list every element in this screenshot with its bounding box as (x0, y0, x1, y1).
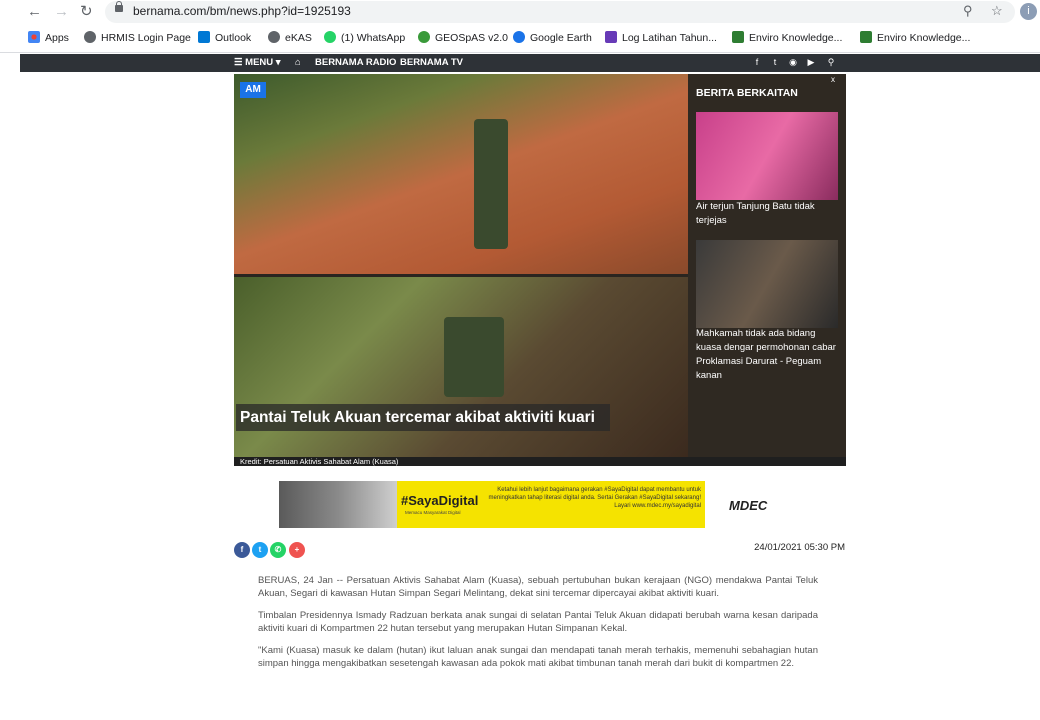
article-headline: Pantai Teluk Akuan tercemar akibat aktiv… (236, 404, 610, 431)
bernama-tv-link[interactable]: BERNAMA TV (400, 57, 463, 68)
bookmark-hrmis[interactable]: HRMIS Login Page (84, 31, 191, 44)
related-news-link-2[interactable]: Mahkamah tidak ada bidang kuasa dengar p… (696, 327, 838, 383)
related-news-title: BERITA BERKAITAN (696, 87, 798, 99)
lock-icon (115, 1, 123, 12)
related-news-link-1[interactable]: Air terjun Tanjung Batu tidak terjejas (696, 200, 838, 228)
apps-grid-icon (28, 31, 40, 43)
bookmark-ekas[interactable]: eKAS (268, 31, 312, 44)
share-whatsapp-button[interactable]: ✆ (270, 542, 286, 558)
bookmark-log-latihan[interactable]: Log Latihan Tahun... (605, 31, 717, 44)
geospas-icon (418, 31, 430, 43)
article-paragraph: "Kami (Kuasa) masuk ke dalam (hutan) iku… (258, 645, 818, 669)
bookmark-google-earth[interactable]: Google Earth (513, 31, 592, 44)
bookmarks-bar: Apps HRMIS Login Page Outlook eKAS (1) W… (0, 24, 1040, 53)
publish-date: 24/01/2021 05:30 PM (754, 542, 845, 553)
profile-avatar[interactable]: i (1020, 3, 1037, 20)
reload-icon[interactable]: ↻ (80, 2, 93, 22)
zoom-icon[interactable]: ⚲ (963, 3, 973, 19)
form-icon (605, 31, 617, 43)
twitter-icon[interactable]: t (770, 57, 780, 67)
ad-photo (279, 481, 397, 528)
am-badge: AM (240, 82, 266, 98)
advertisement-banner[interactable]: #SayaDigital Memacu Masyarakat Digital K… (279, 481, 798, 528)
bookmark-whatsapp[interactable]: (1) WhatsApp (324, 31, 405, 44)
bookmark-apps[interactable]: Apps (28, 31, 69, 44)
article-paragraph: Timbalan Presidennya Ismady Radzuan berk… (258, 610, 818, 634)
back-arrow-icon[interactable]: ← (27, 2, 42, 22)
browser-toolbar: ← → ↻ bernama.com/bm/news.php?id=1925193… (0, 0, 1040, 24)
enviro-icon (732, 31, 744, 43)
whatsapp-icon (324, 31, 336, 43)
bookmark-enviro-2[interactable]: Enviro Knowledge... (860, 31, 970, 44)
menu-button[interactable]: ☰ MENU ▾ (234, 57, 281, 68)
facebook-icon[interactable]: f (752, 57, 762, 67)
ad-brand: #SayaDigital (401, 493, 479, 508)
search-icon[interactable]: ⚲ (826, 57, 836, 67)
person-figure (474, 119, 508, 249)
photo-credit: Kredit: Persatuan Aktivis Sahabat Alam (… (234, 457, 846, 466)
hero-section: AM Pantai Teluk Akuan tercemar akibat ak… (234, 74, 846, 466)
share-more-button[interactable]: + (289, 542, 305, 558)
article-paragraph: BERUAS, 24 Jan -- Persatuan Aktivis Saha… (258, 575, 818, 599)
related-news-image-2[interactable] (696, 240, 838, 328)
site-navigation-bar: ☰ MENU ▾ ⌂ BERNAMA RADIO BERNAMA TV f t … (20, 54, 1040, 72)
globe-icon (268, 31, 280, 43)
url-text: bernama.com/bm/news.php?id=1925193 (133, 4, 351, 18)
share-twitter-button[interactable]: t (252, 542, 268, 558)
mdec-logo: MDEC (729, 498, 768, 513)
bookmark-geospas[interactable]: GEOSpAS v2.0 (418, 31, 508, 44)
google-earth-icon (513, 31, 525, 43)
globe-icon (84, 31, 96, 43)
bernama-radio-link[interactable]: BERNAMA RADIO (315, 57, 396, 68)
hero-photo-landslide (234, 74, 688, 274)
home-icon[interactable]: ⌂ (295, 57, 301, 68)
ad-copy: Ketahui lebih lanjut bagaimana gerakan #… (488, 487, 701, 509)
forward-arrow-icon[interactable]: → (54, 2, 69, 22)
outlook-icon (198, 31, 210, 43)
share-facebook-button[interactable]: f (234, 542, 250, 558)
ad-subtitle: Memacu Masyarakat Digital (405, 510, 461, 515)
address-bar[interactable]: bernama.com/bm/news.php?id=1925193 ⚲ ☆ (105, 1, 1015, 23)
bookmark-outlook[interactable]: Outlook (198, 31, 251, 44)
instagram-icon[interactable]: ◉ (788, 57, 798, 67)
youtube-icon[interactable]: ▶ (806, 57, 816, 67)
related-news-image-1[interactable] (696, 112, 838, 200)
bookmark-star-icon[interactable]: ☆ (991, 3, 1003, 19)
person-figure (444, 317, 504, 397)
related-news-panel: x BERITA BERKAITAN Air terjun Tanjung Ba… (688, 74, 846, 457)
bookmark-enviro-1[interactable]: Enviro Knowledge... (732, 31, 842, 44)
close-icon[interactable]: x (831, 75, 835, 84)
enviro-icon (860, 31, 872, 43)
